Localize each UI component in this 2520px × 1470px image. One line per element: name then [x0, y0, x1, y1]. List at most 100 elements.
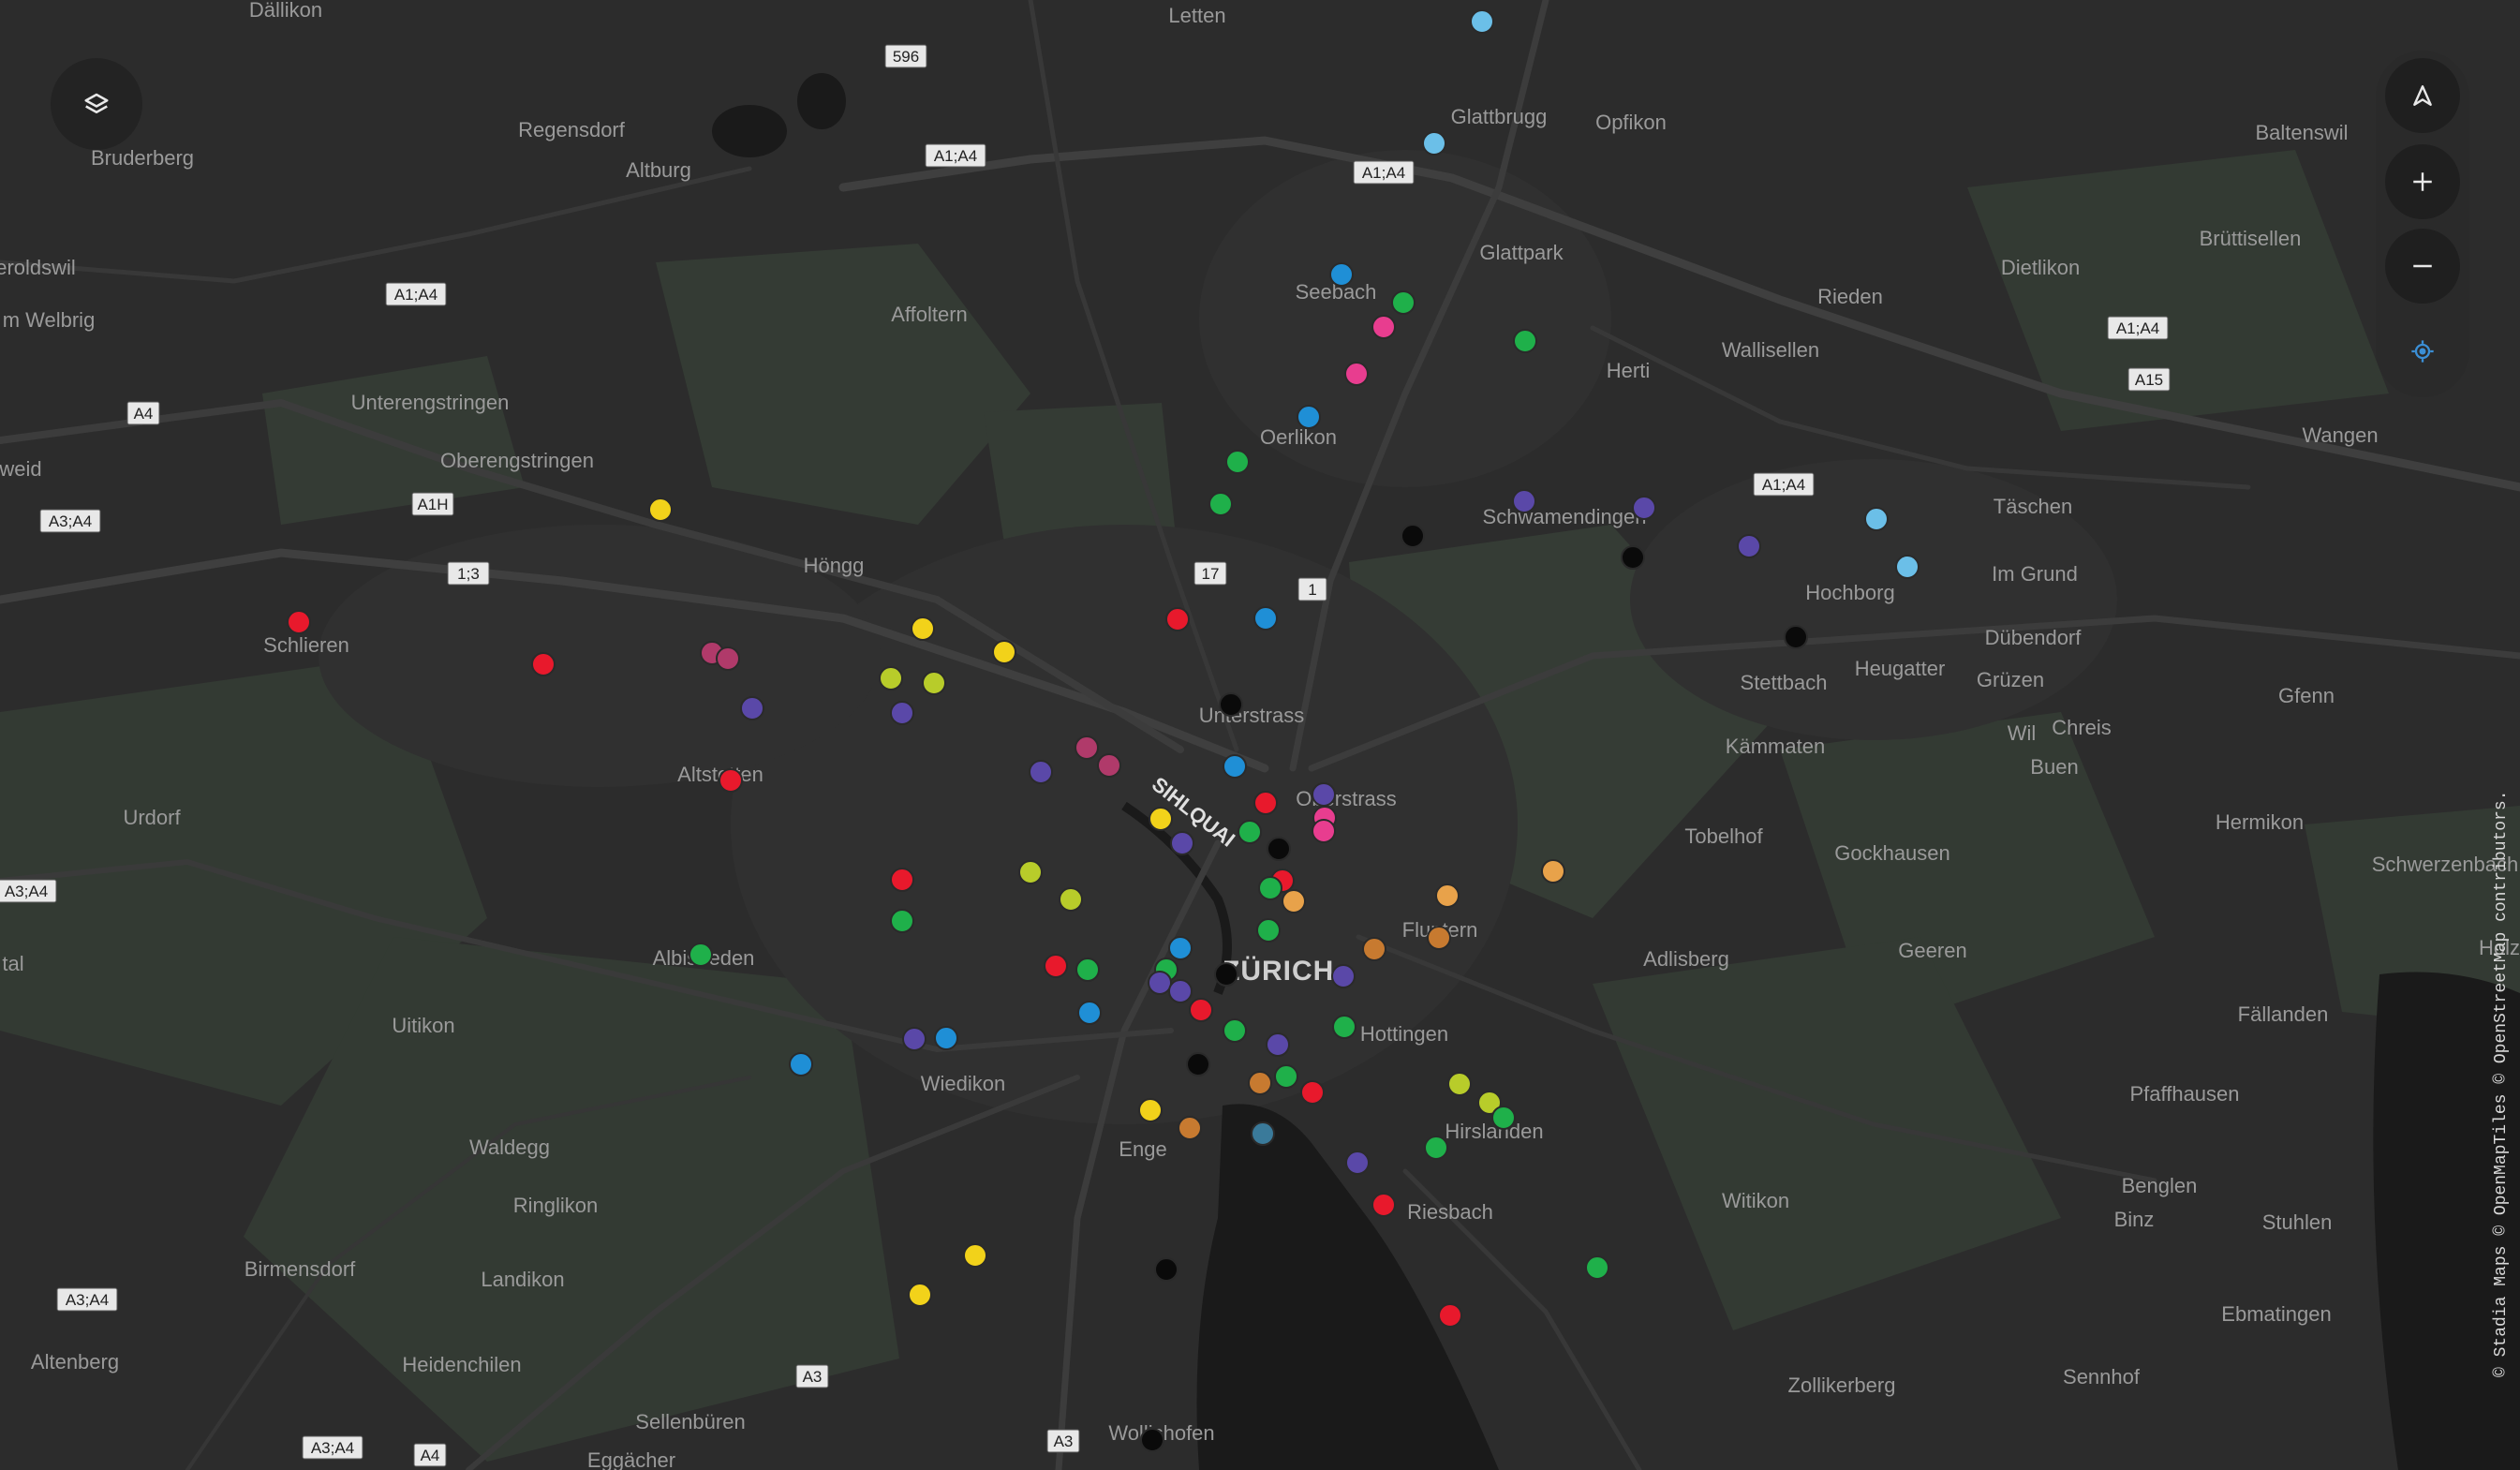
map-marker[interactable] — [1018, 860, 1043, 884]
map-marker[interactable] — [902, 1027, 926, 1051]
map-marker[interactable] — [1512, 489, 1536, 513]
map-marker[interactable] — [1737, 534, 1761, 558]
map-marker[interactable] — [1075, 735, 1099, 760]
map-marker[interactable] — [789, 1052, 813, 1077]
map-marker[interactable] — [1513, 329, 1537, 353]
map-marker[interactable] — [1332, 1015, 1356, 1039]
map-marker[interactable] — [879, 666, 903, 690]
map-marker[interactable] — [1154, 1257, 1178, 1282]
map-marker[interactable] — [1238, 820, 1262, 844]
map-marker[interactable] — [1248, 1071, 1272, 1095]
map-marker[interactable] — [908, 1283, 932, 1307]
map-marker[interactable] — [648, 497, 673, 522]
map-marker[interactable] — [1170, 831, 1194, 855]
map-marker[interactable] — [1253, 791, 1278, 815]
map-marker[interactable] — [1621, 545, 1645, 570]
place-label: Oberengstringen — [440, 449, 594, 472]
zoom-in-button[interactable] — [2385, 144, 2460, 219]
map-marker[interactable] — [1077, 1001, 1102, 1025]
map-marker[interactable] — [992, 640, 1016, 664]
map-marker[interactable] — [1168, 979, 1193, 1003]
map-marker[interactable] — [1422, 131, 1446, 156]
map-marker[interactable] — [1344, 362, 1369, 386]
map-marker[interactable] — [1219, 692, 1243, 717]
map-marker[interactable] — [1312, 819, 1336, 843]
map-marker[interactable] — [1148, 971, 1172, 995]
map-marker[interactable] — [1362, 937, 1386, 961]
map-marker[interactable] — [1223, 754, 1247, 779]
map-marker[interactable] — [1427, 926, 1451, 950]
compass-button[interactable] — [2385, 58, 2460, 133]
map-marker[interactable] — [1149, 807, 1173, 831]
map-marker[interactable] — [1165, 607, 1190, 631]
map-marker[interactable] — [1297, 405, 1321, 429]
map-marker[interactable] — [1447, 1072, 1472, 1096]
map-marker[interactable] — [1371, 315, 1396, 339]
map-marker[interactable] — [1632, 496, 1656, 520]
map-marker[interactable] — [1178, 1116, 1202, 1140]
map-marker[interactable] — [1138, 1098, 1163, 1122]
map-marker[interactable] — [1214, 962, 1238, 987]
map-marker[interactable] — [1282, 889, 1306, 913]
map-marker[interactable] — [716, 646, 740, 671]
map-marker[interactable] — [1186, 1052, 1210, 1077]
map-marker[interactable] — [890, 701, 914, 725]
map-marker[interactable] — [1266, 1032, 1290, 1057]
map-marker[interactable] — [1267, 837, 1291, 861]
map-marker[interactable] — [1225, 450, 1250, 474]
map-marker[interactable] — [1435, 883, 1460, 908]
map-marker[interactable] — [1223, 1018, 1247, 1043]
map-marker[interactable] — [1541, 859, 1565, 883]
map-marker[interactable] — [1345, 1151, 1370, 1175]
map-marker[interactable] — [1251, 1121, 1275, 1146]
map-marker[interactable] — [1331, 964, 1356, 988]
map-marker[interactable] — [1391, 290, 1416, 315]
map-marker[interactable] — [1491, 1106, 1516, 1130]
map-marker[interactable] — [531, 652, 556, 676]
map-marker[interactable] — [1274, 1064, 1298, 1089]
map-marker[interactable] — [1424, 1136, 1448, 1160]
map-marker[interactable] — [1312, 782, 1336, 807]
locate-button[interactable] — [2385, 314, 2460, 389]
map-marker[interactable] — [1401, 524, 1425, 548]
map-marker[interactable] — [740, 696, 764, 720]
map-marker[interactable] — [689, 943, 713, 967]
map-marker[interactable] — [911, 616, 935, 641]
map-marker[interactable] — [1059, 887, 1083, 912]
map-marker[interactable] — [890, 909, 914, 933]
map-canvas[interactable]: Dällikon Letten Bruderberg RegensdorfAltbur… — [0, 0, 2520, 1470]
minus-icon — [2413, 264, 2432, 268]
map-marker[interactable] — [1168, 936, 1193, 960]
map-marker[interactable] — [1438, 1303, 1462, 1328]
map-marker[interactable] — [1895, 555, 1920, 579]
map-marker[interactable] — [1585, 1255, 1609, 1280]
map-attribution[interactable]: © Stadia Maps © OpenMapTiles © OpenStree… — [2492, 790, 2511, 1377]
map-marker[interactable] — [890, 868, 914, 892]
map-marker[interactable] — [1140, 1428, 1164, 1452]
place-label: Riesbach — [1407, 1200, 1493, 1224]
map-marker[interactable] — [1029, 760, 1053, 784]
map-marker[interactable] — [1300, 1080, 1325, 1105]
map-marker[interactable] — [1075, 958, 1100, 982]
map-marker[interactable] — [1044, 954, 1068, 978]
place-label: Adlisberg — [1643, 947, 1729, 971]
map-marker[interactable] — [719, 768, 743, 793]
layers-button[interactable] — [51, 58, 142, 150]
place-label: Gockhausen — [1834, 841, 1950, 865]
map-marker[interactable] — [1258, 876, 1282, 900]
map-marker[interactable] — [963, 1243, 987, 1268]
map-marker[interactable] — [934, 1026, 958, 1050]
map-marker[interactable] — [1256, 918, 1281, 943]
map-marker[interactable] — [1864, 507, 1889, 531]
map-marker[interactable] — [1208, 492, 1233, 516]
map-marker[interactable] — [1253, 606, 1278, 631]
zoom-out-button[interactable] — [2385, 229, 2460, 304]
map-marker[interactable] — [287, 610, 311, 634]
map-marker[interactable] — [1097, 753, 1121, 778]
map-marker[interactable] — [1371, 1193, 1396, 1217]
map-marker[interactable] — [1329, 262, 1354, 287]
map-marker[interactable] — [922, 671, 946, 695]
map-marker[interactable] — [1470, 9, 1494, 34]
map-marker[interactable] — [1189, 998, 1213, 1022]
map-marker[interactable] — [1784, 625, 1808, 649]
